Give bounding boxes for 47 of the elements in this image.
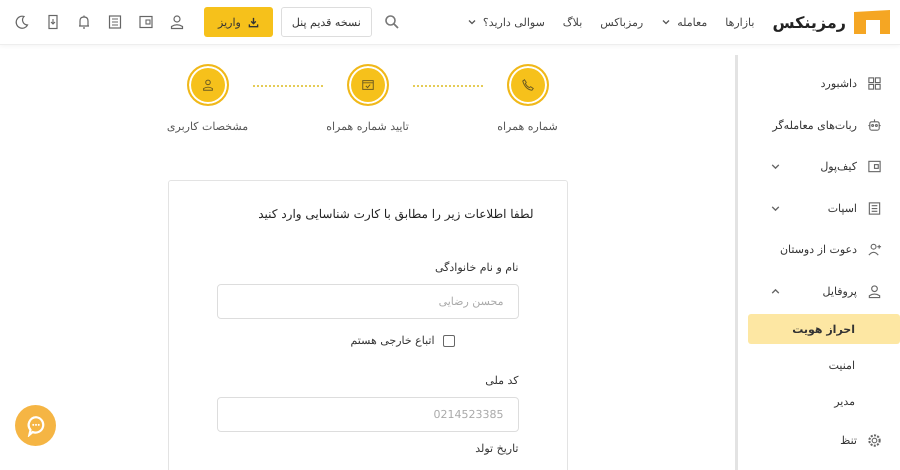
checkbox-label[interactable]: اتباع خارجی هستم bbox=[350, 334, 435, 347]
search-icon[interactable] bbox=[384, 14, 400, 30]
sidebar-item[interactable]: دعوت از دوستان bbox=[748, 229, 900, 270]
field-label: نام و نام خانوادگی bbox=[434, 261, 518, 274]
nav-link[interactable]: معامله bbox=[661, 16, 708, 28]
moon-icon[interactable] bbox=[14, 14, 30, 30]
wallet-icon bbox=[867, 159, 882, 174]
nav-link[interactable]: بلاگ bbox=[562, 16, 582, 28]
logo[interactable]: رمزینکس bbox=[772, 12, 846, 32]
sidebar-item[interactable]: ربات‌های معامله‌گر bbox=[748, 104, 900, 146]
submenu-item[interactable]: مدیر bbox=[748, 386, 900, 416]
chevron-down-icon bbox=[466, 17, 477, 27]
grid-icon bbox=[867, 76, 882, 92]
user-icon[interactable] bbox=[169, 14, 185, 30]
field-label: تاریخ تولد bbox=[474, 442, 518, 455]
add-user-icon bbox=[867, 242, 882, 258]
bell-icon[interactable] bbox=[76, 14, 92, 30]
list-icon[interactable] bbox=[107, 14, 123, 30]
sidebar-item[interactable]: اسپات bbox=[748, 188, 900, 229]
form-title: لطفا اطلاعات زیر را مطابق با کارت شناسایی وارد کنید bbox=[257, 207, 534, 221]
logo-icon bbox=[854, 10, 890, 34]
checkbox[interactable] bbox=[442, 334, 455, 346]
step-label: مشخصات کاربری bbox=[166, 120, 248, 133]
chat-bubble-icon bbox=[24, 414, 46, 436]
gear-icon bbox=[867, 433, 882, 448]
submenu-item[interactable]: احراز هویت bbox=[748, 314, 900, 344]
chevron-down-icon bbox=[661, 17, 672, 27]
user-icon bbox=[867, 284, 882, 299]
field-label: کد ملی bbox=[484, 374, 518, 387]
sidebar-item[interactable]: داشبورد bbox=[748, 63, 900, 104]
input-field[interactable]: 0214523385 bbox=[216, 397, 518, 432]
input-field[interactable]: محسن رضایی bbox=[216, 284, 518, 319]
deposit-button[interactable]: واریز bbox=[204, 7, 273, 37]
sidebar-item[interactable]: تنظ bbox=[748, 420, 900, 462]
nav-link[interactable]: رمزباکس bbox=[600, 16, 644, 28]
wallet-icon[interactable] bbox=[138, 14, 154, 30]
step-label: شماره همراه bbox=[497, 120, 558, 133]
nav-link[interactable]: بازارها bbox=[725, 16, 754, 28]
sidebar-item[interactable]: کیف‌پول bbox=[748, 146, 900, 188]
step-label: تایید شماره همراه bbox=[326, 120, 409, 133]
nav-link[interactable]: سوالی دارید؟ bbox=[466, 16, 545, 28]
sidebar-item[interactable]: پروفایل bbox=[748, 270, 900, 312]
download-icon bbox=[248, 16, 259, 28]
robot-icon bbox=[867, 118, 882, 133]
submenu-item[interactable]: امنیت bbox=[748, 350, 900, 380]
list-icon bbox=[867, 200, 882, 216]
old-panel-button[interactable]: نسخه قدیم پنل bbox=[280, 7, 372, 37]
